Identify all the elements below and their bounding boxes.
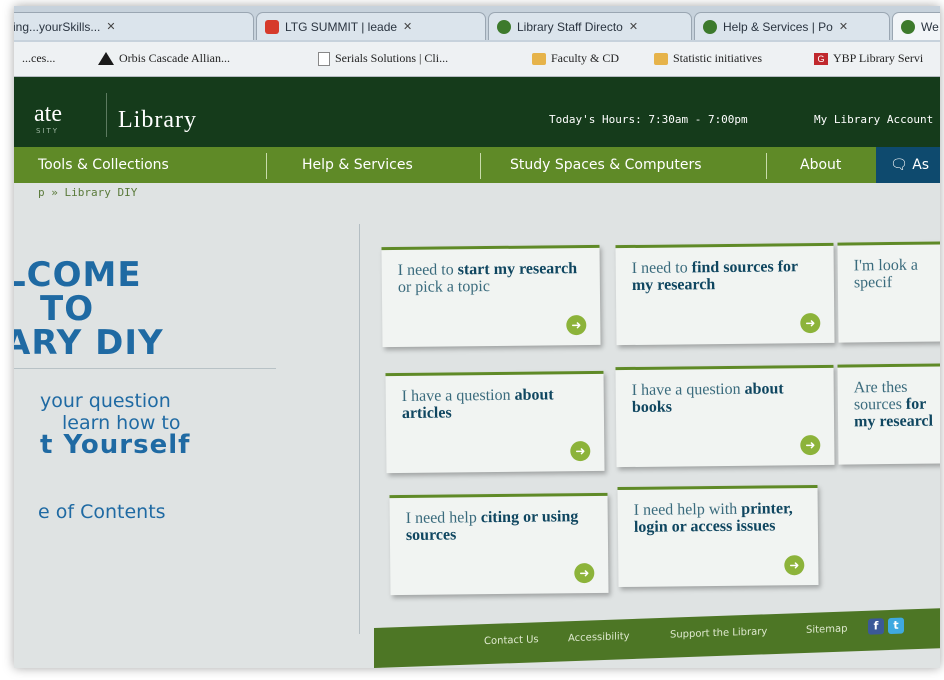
bookmark-item[interactable]: ...ces... [22,51,55,66]
card-text: I need to [397,261,458,279]
arrow-right-icon[interactable]: ➜ [570,441,591,462]
tab-label: ...ing...yourSkills... [14,19,101,34]
browser-tab[interactable]: ...ing...yourSkills... ✕ [14,12,254,40]
bookmark-item[interactable]: Faculty & CD [532,51,619,66]
browser-tab[interactable]: Help & Services | Po ✕ [694,12,890,40]
screen-photo: ...ing...yourSkills... ✕ LTG SUMMIT | le… [14,6,940,668]
browser-tab-active[interactable]: We [892,12,940,40]
card-text: I need to [631,259,692,277]
bookmark-item[interactable]: Serials Solutions | Cli... [318,51,448,66]
todays-hours[interactable]: Today's Hours: 7:30am - 7:00pm [549,113,748,126]
bookmark-item[interactable]: Statistic initiatives [654,51,762,66]
footer-accessibility[interactable]: Accessibility [568,631,630,644]
university-logo[interactable]: ate [34,101,62,128]
site-footer: Contact Us Accessibility Support the Lib… [374,608,940,668]
nav-divider [266,153,267,179]
arrow-right-icon[interactable]: ➜ [574,563,595,584]
site-title[interactable]: Library [118,107,197,134]
bookmark-label: Faculty & CD [551,51,619,65]
close-icon[interactable]: ✕ [403,20,412,33]
tab-label: Help & Services | Po [723,19,833,34]
my-library-account-link[interactable]: My Library Account [814,113,933,126]
mountain-icon [98,52,114,65]
card-specific-item[interactable]: I'm look a specif [837,241,940,343]
arrow-right-icon[interactable]: ➜ [800,435,821,456]
column-divider [359,224,360,634]
tab-label: We [921,19,939,34]
card-text: I need help [405,509,481,527]
browser-tab[interactable]: Library Staff Directo ✕ [488,12,692,40]
card-printer-login[interactable]: I need help with printer, login or acces… [617,484,819,588]
ybp-logo-icon: G [814,52,828,65]
intro-line1: your question [40,390,171,412]
card-text: or pick a topic [397,278,490,296]
footer-sitemap[interactable]: Sitemap [806,623,847,635]
welcome-divider [14,368,276,369]
tab-label: LTG SUMMIT | leade [285,19,398,34]
card-highlight: start my research [457,260,578,279]
chat-bubble-icon: 🗨 [890,157,908,173]
page-favicon-icon [265,19,279,34]
card-text: I'm look [853,256,907,275]
folder-icon [532,52,546,65]
breadcrumb[interactable]: p » Library DIY [38,186,137,199]
card-text: I need help with [633,500,742,519]
card-text: Are thes sources [853,378,908,414]
nav-divider [766,153,767,179]
bookmark-item[interactable]: Orbis Cascade Allian... [98,51,230,66]
university-logo-subtitle: SITY [36,127,60,135]
library-favicon-icon [497,19,511,34]
bookmark-label: YBP Library Servi [833,51,924,65]
nav-study-spaces[interactable]: Study Spaces & Computers [510,147,702,183]
welcome-heading-line3: ARY DIY [14,323,164,363]
library-favicon-icon [901,19,915,34]
main-nav: Tools & Collections Help & Services Stud… [14,147,940,183]
card-start-research[interactable]: I need to start my research or pick a to… [381,244,601,348]
bookmark-label: Serials Solutions | Cli... [335,51,449,65]
footer-support-library[interactable]: Support the Library [670,626,767,640]
close-icon[interactable]: ✕ [629,20,638,33]
library-favicon-icon [703,19,717,34]
close-icon[interactable]: ✕ [106,20,115,33]
card-evaluate-sources[interactable]: Are thes sources for my researcl [837,363,940,465]
footer-contact-us[interactable]: Contact Us [484,634,539,647]
site-header: ate SITY Library Today's Hours: 7:30am -… [14,77,940,147]
card-text: I have a question [401,386,515,405]
facebook-icon[interactable]: f [868,618,884,635]
browser-tab[interactable]: LTG SUMMIT | leade ✕ [256,12,486,40]
nav-divider [480,153,481,179]
bookmark-label: Statistic initiatives [673,51,762,65]
intro-line3: t Yourself [40,430,191,460]
nav-about[interactable]: About [800,147,841,183]
nav-help-services[interactable]: Help & Services [302,147,413,183]
ask-label: As [912,157,930,173]
bookmark-label: Orbis Cascade Allian... [119,51,230,65]
folder-icon [654,52,668,65]
arrow-right-icon[interactable]: ➜ [566,315,587,336]
twitter-icon[interactable]: t [888,617,904,635]
close-icon[interactable]: ✕ [839,20,848,33]
arrow-right-icon[interactable]: ➜ [784,555,805,576]
nav-tools-collections[interactable]: Tools & Collections [38,147,169,183]
tab-label: Library Staff Directo [517,19,623,34]
card-books[interactable]: I have a question about books ➜ [615,364,835,468]
table-of-contents-link[interactable]: e of Contents [38,501,166,523]
page-icon [318,51,330,66]
bookmark-item[interactable]: G YBP Library Servi [814,51,923,66]
card-find-sources[interactable]: I need to find sources for my research ➜ [615,242,835,346]
ask-us-button[interactable]: 🗨 As [876,147,940,183]
bookmark-label: ...ces... [22,51,56,65]
card-citing-sources[interactable]: I need help citing or using sources ➜ [389,492,609,596]
browser-tab-strip: ...ing...yourSkills... ✕ LTG SUMMIT | le… [14,6,940,42]
header-divider [106,93,107,137]
card-text: I have a question [631,380,745,399]
arrow-right-icon[interactable]: ➜ [800,313,821,334]
card-articles[interactable]: I have a question about articles ➜ [385,370,605,474]
bookmarks-bar: ...ces... Orbis Cascade Allian... Serial… [14,42,940,77]
